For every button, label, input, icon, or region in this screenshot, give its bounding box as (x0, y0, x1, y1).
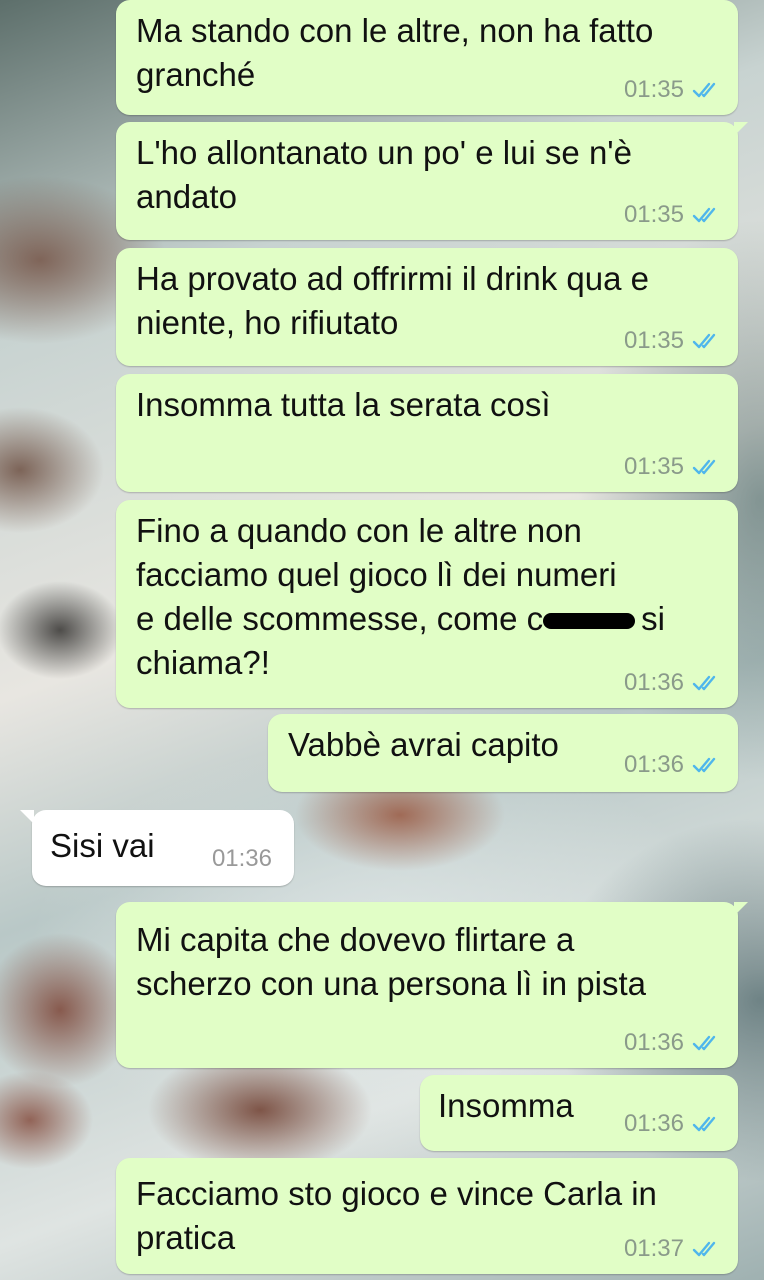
message-time: 01:36 (623, 751, 684, 778)
double-check-icon (692, 1034, 720, 1052)
message-time: 01:36 (623, 669, 684, 696)
message-time: 01:35 (623, 201, 684, 228)
double-check-icon (692, 1240, 720, 1258)
message-bubble-outgoing[interactable]: Ha provato ad offrirmi il drink qua e ni… (116, 248, 738, 366)
message-bubble-outgoing[interactable]: Facciamo sto gioco e vince Carla in prat… (116, 1158, 738, 1274)
message-text: Insomma tutta la serata così (136, 386, 551, 423)
message-bubble-outgoing[interactable]: Ma stando con le altre, non ha fatto gra… (116, 0, 738, 115)
message-bubble-outgoing[interactable]: Mi capita che dovevo flirtare a scherzo … (116, 902, 748, 1068)
message-time: 01:35 (623, 327, 684, 354)
redaction-mark (543, 613, 636, 630)
double-check-icon (692, 81, 720, 99)
message-meta: 01:35 (624, 77, 720, 103)
message-text: Fino a quando con le altre non facciamo … (136, 509, 718, 685)
chat-message-list[interactable]: Ma stando con le altre, non ha fatto gra… (0, 0, 764, 1280)
bubble-tail (734, 122, 748, 136)
message-bubble-outgoing[interactable]: L'ho allontanato un po' e lui se n'è and… (116, 122, 748, 240)
message-meta: 01:37 (624, 1236, 720, 1262)
double-check-icon (692, 458, 720, 476)
message-bubble-incoming[interactable]: Sisi vai 01:36 (20, 810, 294, 886)
message-text: Mi capita che dovevo flirtare a scherzo … (136, 921, 646, 1002)
message-time: 01:36 (623, 1110, 684, 1137)
double-check-icon (692, 756, 720, 774)
message-time: 01:37 (623, 1235, 684, 1262)
bubble-tail (734, 902, 748, 916)
message-time: 01:36 (211, 845, 272, 872)
message-meta: 01:36 (624, 670, 720, 696)
message-bubble-outgoing[interactable]: Insomma 01:36 (420, 1075, 738, 1151)
message-meta: 01:35 (624, 202, 720, 228)
double-check-icon (692, 1115, 720, 1133)
bubble-tail (20, 810, 34, 824)
message-meta: 01:36 (624, 1030, 720, 1056)
double-check-icon (692, 674, 720, 692)
message-time: 01:35 (623, 76, 684, 103)
message-meta: 01:36 (624, 1111, 720, 1137)
message-meta: 01:36 (624, 752, 720, 778)
message-meta: 01:35 (624, 328, 720, 354)
message-meta: 01:35 (624, 454, 720, 480)
message-meta: 01:36 (212, 846, 272, 872)
double-check-icon (692, 332, 720, 350)
message-time: 01:36 (623, 1029, 684, 1056)
double-check-icon (692, 206, 720, 224)
message-bubble-outgoing[interactable]: Fino a quando con le altre non facciamo … (116, 500, 738, 708)
message-bubble-outgoing[interactable]: Vabbè avrai capito 01:36 (268, 714, 738, 792)
message-bubble-outgoing[interactable]: Insomma tutta la serata così 01:35 (116, 374, 738, 492)
message-time: 01:35 (623, 453, 684, 480)
